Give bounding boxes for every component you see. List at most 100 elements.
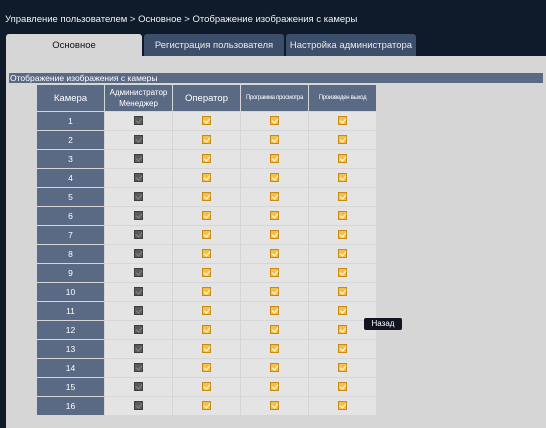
camera-number: 14: [36, 358, 105, 378]
viewer-checkbox[interactable]: [270, 287, 279, 297]
admin-checkbox: [134, 192, 143, 202]
output-checkbox[interactable]: [338, 211, 347, 221]
output-checkbox[interactable]: [338, 173, 347, 183]
viewer-checkbox[interactable]: [270, 344, 279, 354]
output-checkbox[interactable]: [338, 344, 347, 354]
output-checkbox[interactable]: [338, 382, 347, 392]
table-row: 16: [36, 396, 377, 416]
viewer-checkbox[interactable]: [270, 154, 279, 164]
operator-checkbox[interactable]: [202, 287, 211, 297]
camera-number: 1: [36, 111, 105, 131]
admin-checkbox: [134, 249, 143, 259]
operator-checkbox[interactable]: [202, 116, 211, 126]
output-checkbox[interactable]: [338, 116, 347, 126]
camera-number: 10: [36, 282, 105, 302]
permission-cell: [104, 149, 173, 169]
permission-cell: [240, 301, 309, 321]
output-checkbox[interactable]: [338, 287, 347, 297]
viewer-checkbox[interactable]: [270, 230, 279, 240]
section-title: Отображение изображения с камеры: [9, 73, 543, 83]
camera-permissions-screen: Управление пользователем > Основное > От…: [0, 0, 546, 428]
operator-checkbox[interactable]: [202, 135, 211, 145]
permission-cell: [172, 263, 241, 283]
camera-number: 11: [36, 301, 105, 321]
operator-checkbox[interactable]: [202, 173, 211, 183]
output-checkbox[interactable]: [338, 306, 347, 316]
permission-cell: [104, 377, 173, 397]
operator-checkbox[interactable]: [202, 154, 211, 164]
viewer-checkbox[interactable]: [270, 268, 279, 278]
operator-checkbox[interactable]: [202, 306, 211, 316]
table-row: 9: [36, 263, 377, 283]
operator-checkbox[interactable]: [202, 230, 211, 240]
camera-number: 15: [36, 377, 105, 397]
permission-cell: [104, 320, 173, 340]
table-row: 10: [36, 282, 377, 302]
admin-checkbox: [134, 325, 143, 335]
table-row: 6: [36, 206, 377, 226]
tab-basic[interactable]: Основное: [6, 34, 142, 56]
viewer-checkbox[interactable]: [270, 116, 279, 126]
admin-checkbox: [134, 116, 143, 126]
table-row: 2: [36, 130, 377, 150]
permission-cell: [104, 396, 173, 416]
viewer-checkbox[interactable]: [270, 173, 279, 183]
operator-checkbox[interactable]: [202, 268, 211, 278]
camera-number: 16: [36, 396, 105, 416]
permission-cell: [308, 111, 377, 131]
operator-checkbox[interactable]: [202, 401, 211, 411]
permission-cell: [104, 187, 173, 207]
col-header-output: Произведен выход: [308, 84, 377, 112]
permission-cell: [240, 111, 309, 131]
operator-checkbox[interactable]: [202, 344, 211, 354]
permission-cell: [308, 377, 377, 397]
operator-checkbox[interactable]: [202, 325, 211, 335]
output-checkbox[interactable]: [338, 249, 347, 259]
camera-number: 12: [36, 320, 105, 340]
viewer-checkbox[interactable]: [270, 382, 279, 392]
permission-cell: [240, 377, 309, 397]
col-header-admin: Администратор: [109, 88, 168, 97]
operator-checkbox[interactable]: [202, 382, 211, 392]
operator-checkbox[interactable]: [202, 249, 211, 259]
output-checkbox[interactable]: [338, 401, 347, 411]
output-checkbox[interactable]: [338, 363, 347, 373]
tab-user-registration[interactable]: Регистрация пользователя: [144, 34, 284, 56]
camera-number: 5: [36, 187, 105, 207]
operator-checkbox[interactable]: [202, 192, 211, 202]
tab-admin-settings[interactable]: Настройка администратора: [286, 34, 416, 56]
camera-number: 8: [36, 244, 105, 264]
output-checkbox[interactable]: [338, 268, 347, 278]
permission-cell: [104, 358, 173, 378]
permission-cell: [172, 168, 241, 188]
viewer-checkbox[interactable]: [270, 401, 279, 411]
output-checkbox[interactable]: [338, 192, 347, 202]
permission-cell: [240, 282, 309, 302]
permission-cell: [308, 263, 377, 283]
viewer-checkbox[interactable]: [270, 135, 279, 145]
output-checkbox[interactable]: [338, 154, 347, 164]
output-checkbox[interactable]: [338, 230, 347, 240]
permission-cell: [172, 339, 241, 359]
operator-checkbox[interactable]: [202, 211, 211, 221]
viewer-checkbox[interactable]: [270, 325, 279, 335]
camera-number: 2: [36, 130, 105, 150]
viewer-checkbox[interactable]: [270, 363, 279, 373]
permission-cell: [104, 206, 173, 226]
viewer-checkbox[interactable]: [270, 192, 279, 202]
viewer-checkbox[interactable]: [270, 211, 279, 221]
operator-checkbox[interactable]: [202, 363, 211, 373]
admin-checkbox: [134, 287, 143, 297]
camera-number: 9: [36, 263, 105, 283]
output-checkbox[interactable]: [338, 135, 347, 145]
viewer-checkbox[interactable]: [270, 249, 279, 259]
output-checkbox[interactable]: [338, 325, 347, 335]
admin-checkbox: [134, 363, 143, 373]
table-row: 15: [36, 377, 377, 397]
back-button[interactable]: Назад: [364, 318, 402, 330]
camera-number: 3: [36, 149, 105, 169]
permission-cell: [308, 130, 377, 150]
viewer-checkbox[interactable]: [270, 306, 279, 316]
permission-cell: [172, 244, 241, 264]
permission-cell: [240, 339, 309, 359]
